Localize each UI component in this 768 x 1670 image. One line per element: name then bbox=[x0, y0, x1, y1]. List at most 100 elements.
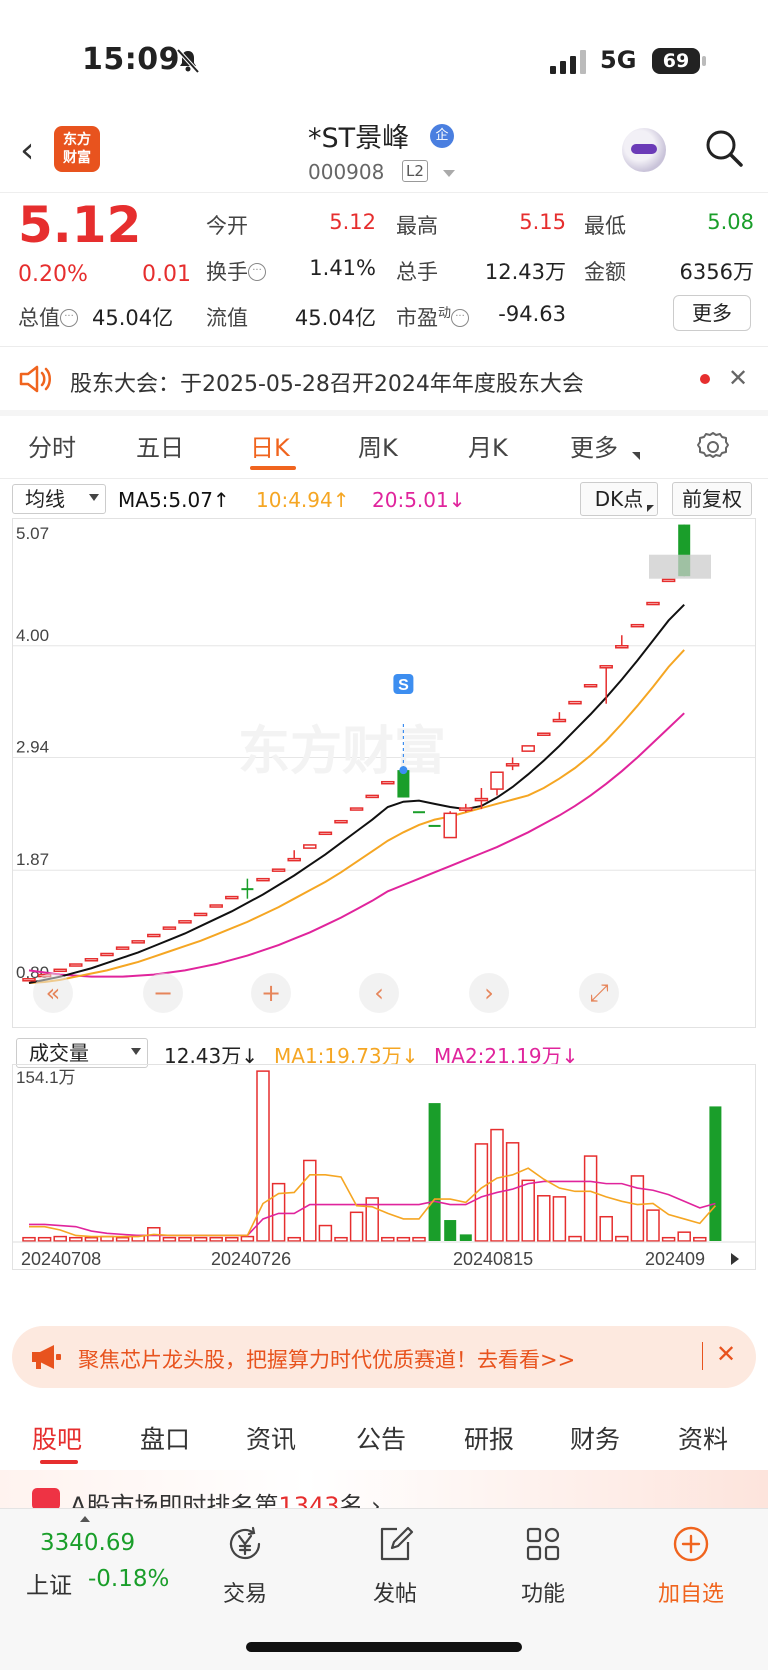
ma20-label: 20:5.01↓ bbox=[372, 488, 466, 512]
chart-control-button[interactable]: − bbox=[143, 973, 183, 1013]
volume-svg[interactable]: 154.1万 20240708 20240726 20240815 202409 bbox=[13, 1065, 755, 1269]
tab-five-day[interactable]: 五日 bbox=[136, 428, 184, 463]
tab-announcements[interactable]: 公告 bbox=[356, 1420, 406, 1456]
info-icon[interactable]: ··· bbox=[248, 263, 266, 281]
candle bbox=[490, 771, 504, 796]
notice-text[interactable]: 股东大会：于2025-05-28召开2024年年度股东大会 bbox=[70, 366, 584, 398]
dk-point-button[interactable]: DK点 bbox=[580, 482, 658, 516]
ma-selector-label: 均线 bbox=[25, 487, 65, 511]
volume-bar bbox=[412, 1236, 426, 1242]
nav-post[interactable]: 发帖 bbox=[350, 1524, 440, 1608]
tab-order-book[interactable]: 盘口 bbox=[140, 1420, 190, 1456]
tab-forum[interactable]: 股吧 bbox=[32, 1420, 82, 1456]
info-icon[interactable]: ··· bbox=[451, 309, 470, 327]
level2-badge[interactable]: L2 bbox=[402, 160, 428, 182]
volume-bar bbox=[240, 1235, 255, 1242]
stat-label-volume: 总手 bbox=[396, 260, 438, 284]
chevron-down-icon[interactable] bbox=[443, 170, 455, 177]
tab-monthly-k[interactable]: 月K bbox=[468, 428, 508, 463]
more-button[interactable]: 更多 bbox=[673, 295, 751, 331]
index-value[interactable]: 3340.69 bbox=[40, 1530, 135, 1556]
nav-add-label: 加自选 bbox=[657, 1582, 724, 1607]
index-name[interactable]: 上证 bbox=[26, 1566, 72, 1600]
chart-control-button[interactable]: ‹ bbox=[359, 973, 399, 1013]
candle-body bbox=[552, 718, 567, 723]
volume-bar bbox=[552, 1196, 567, 1242]
ai-assistant-icon[interactable] bbox=[622, 128, 666, 172]
volume-chart[interactable]: 154.1万 20240708 20240726 20240815 202409 bbox=[12, 1064, 756, 1270]
candle-body bbox=[537, 732, 551, 736]
kline-chart[interactable]: 5.07 4.00 2.94 1.87 0.80 东方财富 S «− + ‹ › ⤢ bbox=[12, 518, 756, 1028]
add-icon bbox=[673, 1526, 709, 1562]
volume-bar bbox=[303, 1159, 317, 1242]
candle bbox=[53, 968, 67, 973]
volume-bar bbox=[271, 1182, 286, 1242]
stat-value-low: 5.08 bbox=[707, 210, 754, 234]
nav-functions[interactable]: 功能 bbox=[498, 1524, 588, 1608]
ma-selector[interactable]: 均线 bbox=[12, 484, 106, 514]
candle-body bbox=[131, 940, 145, 944]
close-icon[interactable]: ✕ bbox=[716, 1340, 736, 1368]
battery-icon: 69 bbox=[652, 48, 706, 74]
volume-selector-label: 成交量 bbox=[29, 1041, 89, 1065]
candle-body bbox=[474, 797, 489, 802]
promo-text[interactable]: 聚焦芯片龙头股，把握算力时代优质赛道！去看看>> bbox=[78, 1344, 575, 1374]
volume-bar bbox=[209, 1236, 223, 1242]
back-chevron-icon[interactable]: ‹ bbox=[20, 130, 34, 171]
chart-control-icon: ‹ bbox=[374, 979, 384, 1007]
price-axis-label: 5.07 bbox=[16, 524, 49, 543]
signal-marker-label: S bbox=[398, 677, 409, 694]
candle-body bbox=[318, 831, 333, 836]
close-icon[interactable]: ✕ bbox=[728, 364, 748, 392]
caret-up-icon[interactable] bbox=[80, 1516, 90, 1522]
candle-body bbox=[568, 700, 582, 705]
app-logo[interactable]: 东方 财富 bbox=[54, 126, 100, 172]
megaphone-icon bbox=[32, 1345, 61, 1369]
enterprise-badge-icon: 企 bbox=[430, 124, 454, 148]
candle-body bbox=[115, 946, 130, 950]
candle-body bbox=[630, 623, 645, 628]
tab-daily-k[interactable]: 日K bbox=[250, 428, 290, 463]
tab-news[interactable]: 资讯 bbox=[246, 1420, 296, 1456]
tab-more[interactable]: 更多 bbox=[570, 428, 618, 463]
tab-weekly-k[interactable]: 周K bbox=[358, 428, 398, 463]
search-icon[interactable] bbox=[704, 128, 744, 168]
stock-code: 000908 bbox=[308, 160, 385, 184]
nav-post-label: 发帖 bbox=[372, 1582, 417, 1607]
candle bbox=[397, 770, 410, 798]
volume-bar bbox=[349, 1211, 364, 1242]
adjust-button[interactable]: 前复权 bbox=[672, 482, 752, 516]
chart-control-button[interactable]: « bbox=[33, 973, 73, 1013]
candle bbox=[22, 978, 36, 982]
volume-bar bbox=[22, 1236, 36, 1242]
date-axis-label: 20240726 bbox=[211, 1249, 291, 1269]
kline-svg[interactable]: 5.074.002.941.870.80东方财富S« − + ‹ › ⤢ bbox=[13, 519, 755, 1027]
tab-intraday[interactable]: 分时 bbox=[28, 428, 76, 463]
nav-trade[interactable]: 交易 bbox=[200, 1524, 290, 1608]
stat-value-pe: -94.63 bbox=[498, 302, 566, 326]
volume-bar bbox=[693, 1236, 707, 1242]
chart-control-button[interactable]: ⤢ bbox=[579, 973, 619, 1013]
stock-title: *ST景峰 bbox=[308, 123, 410, 154]
candle bbox=[271, 868, 286, 872]
gear-icon[interactable] bbox=[696, 430, 730, 464]
candle bbox=[69, 963, 83, 967]
divider bbox=[0, 192, 768, 193]
index-percent[interactable]: -0.18% bbox=[88, 1566, 169, 1592]
nav-add-watchlist[interactable]: 加自选 bbox=[646, 1524, 736, 1608]
volume-bar bbox=[69, 1236, 83, 1242]
tab-finance[interactable]: 财务 bbox=[570, 1420, 620, 1456]
candle-body bbox=[209, 904, 223, 908]
tab-profile[interactable]: 资料 bbox=[678, 1420, 728, 1456]
candle bbox=[521, 745, 535, 752]
chart-control-button[interactable]: › bbox=[469, 973, 509, 1013]
candle bbox=[84, 958, 99, 962]
info-icon[interactable]: ··· bbox=[60, 309, 78, 327]
volume-max-label: 154.1万 bbox=[16, 1068, 76, 1087]
tab-research[interactable]: 研报 bbox=[464, 1420, 514, 1456]
chart-control-button[interactable]: + bbox=[251, 973, 291, 1013]
candle-body bbox=[303, 844, 317, 849]
volume-bar bbox=[444, 1220, 457, 1241]
chart-control-icon: − bbox=[153, 979, 173, 1007]
volume-bar bbox=[646, 1209, 660, 1242]
